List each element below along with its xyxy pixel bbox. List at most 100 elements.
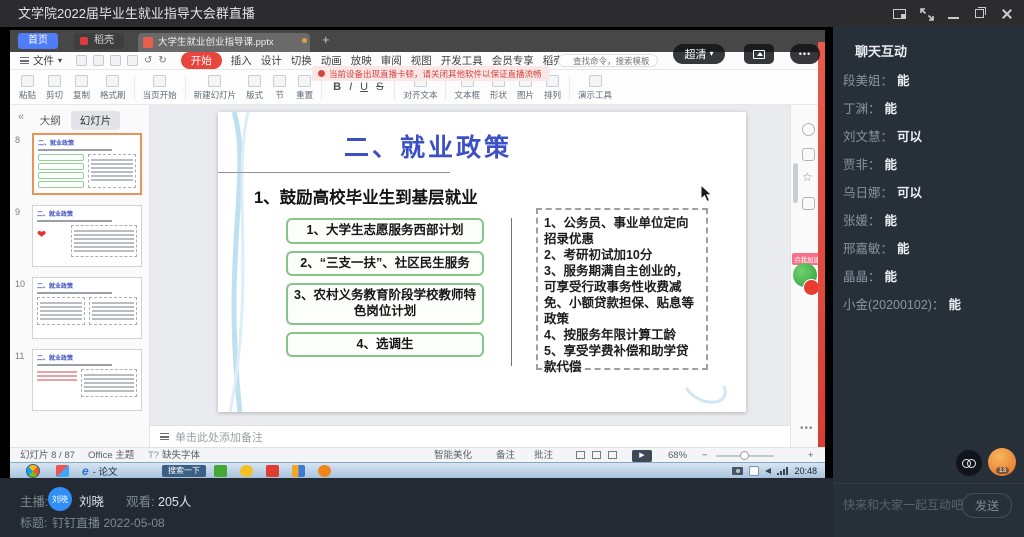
- wps-home-tab[interactable]: 首页: [18, 33, 58, 49]
- rings-icon: [967, 459, 976, 468]
- ie-window-button[interactable]: e - 论文: [82, 464, 118, 478]
- vertical-scrollbar[interactable]: [793, 163, 798, 203]
- program-box: 3、农村义务教育阶段学校教师特色岗位计划: [286, 283, 484, 324]
- volume-icon[interactable]: [765, 468, 771, 474]
- redo-icon[interactable]: ↻: [158, 55, 166, 66]
- camera-icon[interactable]: [732, 467, 743, 475]
- program-box: 1、大学生志愿服务西部计划: [286, 218, 484, 244]
- theme-name[interactable]: Office 主题: [88, 449, 134, 462]
- network-icon[interactable]: [777, 467, 788, 475]
- present-tools-button[interactable]: 演示工具: [573, 73, 617, 101]
- copy-icon: [75, 75, 88, 87]
- start-button[interactable]: [26, 464, 40, 478]
- slide-canvas-area: 二、就业政策 1、鼓励高校毕业生到基层就业 1、大学生志愿服务西部计划 2、“三…: [150, 105, 790, 425]
- interact-button[interactable]: [956, 450, 982, 476]
- send-button[interactable]: 发送: [962, 493, 1012, 518]
- ribbon-tab-insert[interactable]: 插入: [231, 53, 252, 68]
- wps-document-tab[interactable]: 大学生就业创业指导课.pptx: [138, 33, 310, 52]
- cast-button[interactable]: [744, 44, 774, 64]
- chat-message: 贾非：能: [843, 157, 1018, 174]
- policy-item: 2、考研初试加10分: [544, 247, 700, 263]
- notes-bar[interactable]: 单击此处添加备注: [150, 425, 790, 447]
- more-tools-icon[interactable]: •••: [800, 423, 814, 434]
- slide-thumb-11[interactable]: 二、就业政策: [32, 349, 142, 411]
- ribbon-tab-transition[interactable]: 切换: [291, 53, 312, 68]
- taskbar-app-icon[interactable]: [214, 465, 227, 477]
- close-button[interactable]: [1000, 8, 1014, 20]
- chevron-down-icon: ▾: [58, 57, 62, 65]
- new-slide-button[interactable]: 新建幻灯片: [189, 73, 242, 101]
- file-menu[interactable]: 文件 ▾: [10, 53, 68, 68]
- taskbar-app-icon[interactable]: [292, 465, 305, 477]
- copy-button[interactable]: 复制: [68, 73, 95, 101]
- comments-toggle[interactable]: 批注: [534, 449, 553, 462]
- pip-icon[interactable]: [893, 8, 907, 20]
- slide-thumb-10[interactable]: 二、就业政策: [32, 277, 142, 339]
- undo-icon[interactable]: ↺: [144, 55, 152, 66]
- taskbar-app-icon[interactable]: [266, 465, 279, 477]
- underline-button[interactable]: U: [360, 81, 368, 93]
- input-method-icon[interactable]: [749, 466, 759, 476]
- ribbon-tab-start[interactable]: 开始: [181, 52, 222, 69]
- slide-title: 二、就业政策: [278, 128, 578, 164]
- preview-icon[interactable]: [127, 55, 138, 66]
- format-painter-button[interactable]: 格式刷: [95, 73, 131, 101]
- sorter-view-icon[interactable]: [592, 451, 601, 459]
- section-button[interactable]: 节: [268, 73, 291, 101]
- layout-icon: [248, 75, 261, 87]
- strikethrough-button[interactable]: S: [376, 81, 383, 93]
- zoom-in-button[interactable]: +: [808, 449, 814, 462]
- fullscreen-icon[interactable]: [920, 8, 934, 20]
- output-icon[interactable]: [93, 55, 104, 66]
- new-tab-button[interactable]: +: [322, 32, 330, 47]
- missing-font-label[interactable]: 缺失字体: [162, 449, 200, 462]
- taskbar-app-icon[interactable]: [56, 465, 69, 477]
- gift-button[interactable]: 13: [988, 448, 1016, 476]
- normal-view-icon[interactable]: [576, 451, 585, 459]
- print-icon[interactable]: [110, 55, 121, 66]
- bold-button[interactable]: B: [333, 81, 341, 93]
- play-from-page-button[interactable]: 当页开始: [138, 73, 182, 101]
- slide-8[interactable]: 二、就业政策 1、鼓励高校毕业生到基层就业 1、大学生志愿服务西部计划 2、“三…: [218, 112, 746, 412]
- cut-button[interactable]: 剪切: [41, 73, 68, 101]
- restore-button[interactable]: [973, 8, 987, 20]
- command-search-input[interactable]: [558, 54, 658, 67]
- paste-icon: [21, 75, 34, 87]
- minimize-button[interactable]: [947, 8, 961, 20]
- ribbon-tab-design[interactable]: 设计: [261, 53, 282, 68]
- layout-button[interactable]: 版式: [241, 73, 268, 101]
- tab-slides[interactable]: 幻灯片: [71, 111, 121, 130]
- paste-button[interactable]: 粘贴: [14, 73, 41, 101]
- star-icon[interactable]: ☆: [802, 171, 813, 184]
- slideshow-button[interactable]: ▶: [632, 450, 652, 462]
- zoom-level[interactable]: 68%: [668, 449, 687, 462]
- smart-beautify-button[interactable]: 智能美化: [434, 449, 472, 462]
- window-icon[interactable]: [802, 197, 815, 210]
- more-options-button[interactable]: •••: [790, 44, 820, 64]
- program-box-list: 1、大学生志愿服务西部计划 2、“三支一扶”、社区民生服务 3、农村义务教育阶段…: [286, 218, 484, 357]
- zoom-knob[interactable]: [740, 451, 749, 460]
- new-slide-icon: [208, 75, 221, 87]
- notes-toggle[interactable]: 备注: [496, 449, 515, 462]
- reading-view-icon[interactable]: [608, 451, 617, 459]
- policy-item: 3、服务期满自主创业的，可享受行政事务性收费减免、小额贷款担保、贴息等政策: [544, 263, 700, 327]
- taskbar-app-icon[interactable]: [240, 465, 253, 477]
- heart-icon: ❤: [37, 229, 46, 241]
- tab-outline[interactable]: 大纲: [40, 113, 61, 128]
- laser-pointer-icon[interactable]: [802, 123, 815, 136]
- host-avatar[interactable]: 刘晓: [48, 487, 72, 511]
- slide-thumb-8[interactable]: 二、就业政策: [32, 133, 142, 195]
- italic-button[interactable]: I: [349, 81, 352, 93]
- settings-sliders-icon[interactable]: [802, 148, 815, 161]
- ppt-file-icon: [143, 37, 153, 48]
- save-icon[interactable]: [76, 55, 87, 66]
- wps-docer-tab[interactable]: 稻壳: [74, 33, 124, 49]
- taskbar-app-icon[interactable]: [318, 465, 331, 477]
- clock[interactable]: 20:48: [794, 466, 817, 476]
- quality-selector[interactable]: 超清▾: [673, 44, 725, 64]
- chat-input[interactable]: [843, 498, 963, 512]
- taskbar-search-button[interactable]: 搜索一下: [162, 465, 206, 477]
- zoom-out-button[interactable]: −: [702, 449, 708, 462]
- shared-screen: 首页 稻壳 大学生就业创业指导课.pptx + 文件 ▾ ↺: [0, 27, 833, 478]
- slide-thumb-9[interactable]: 二、就业政策 ❤: [32, 205, 142, 267]
